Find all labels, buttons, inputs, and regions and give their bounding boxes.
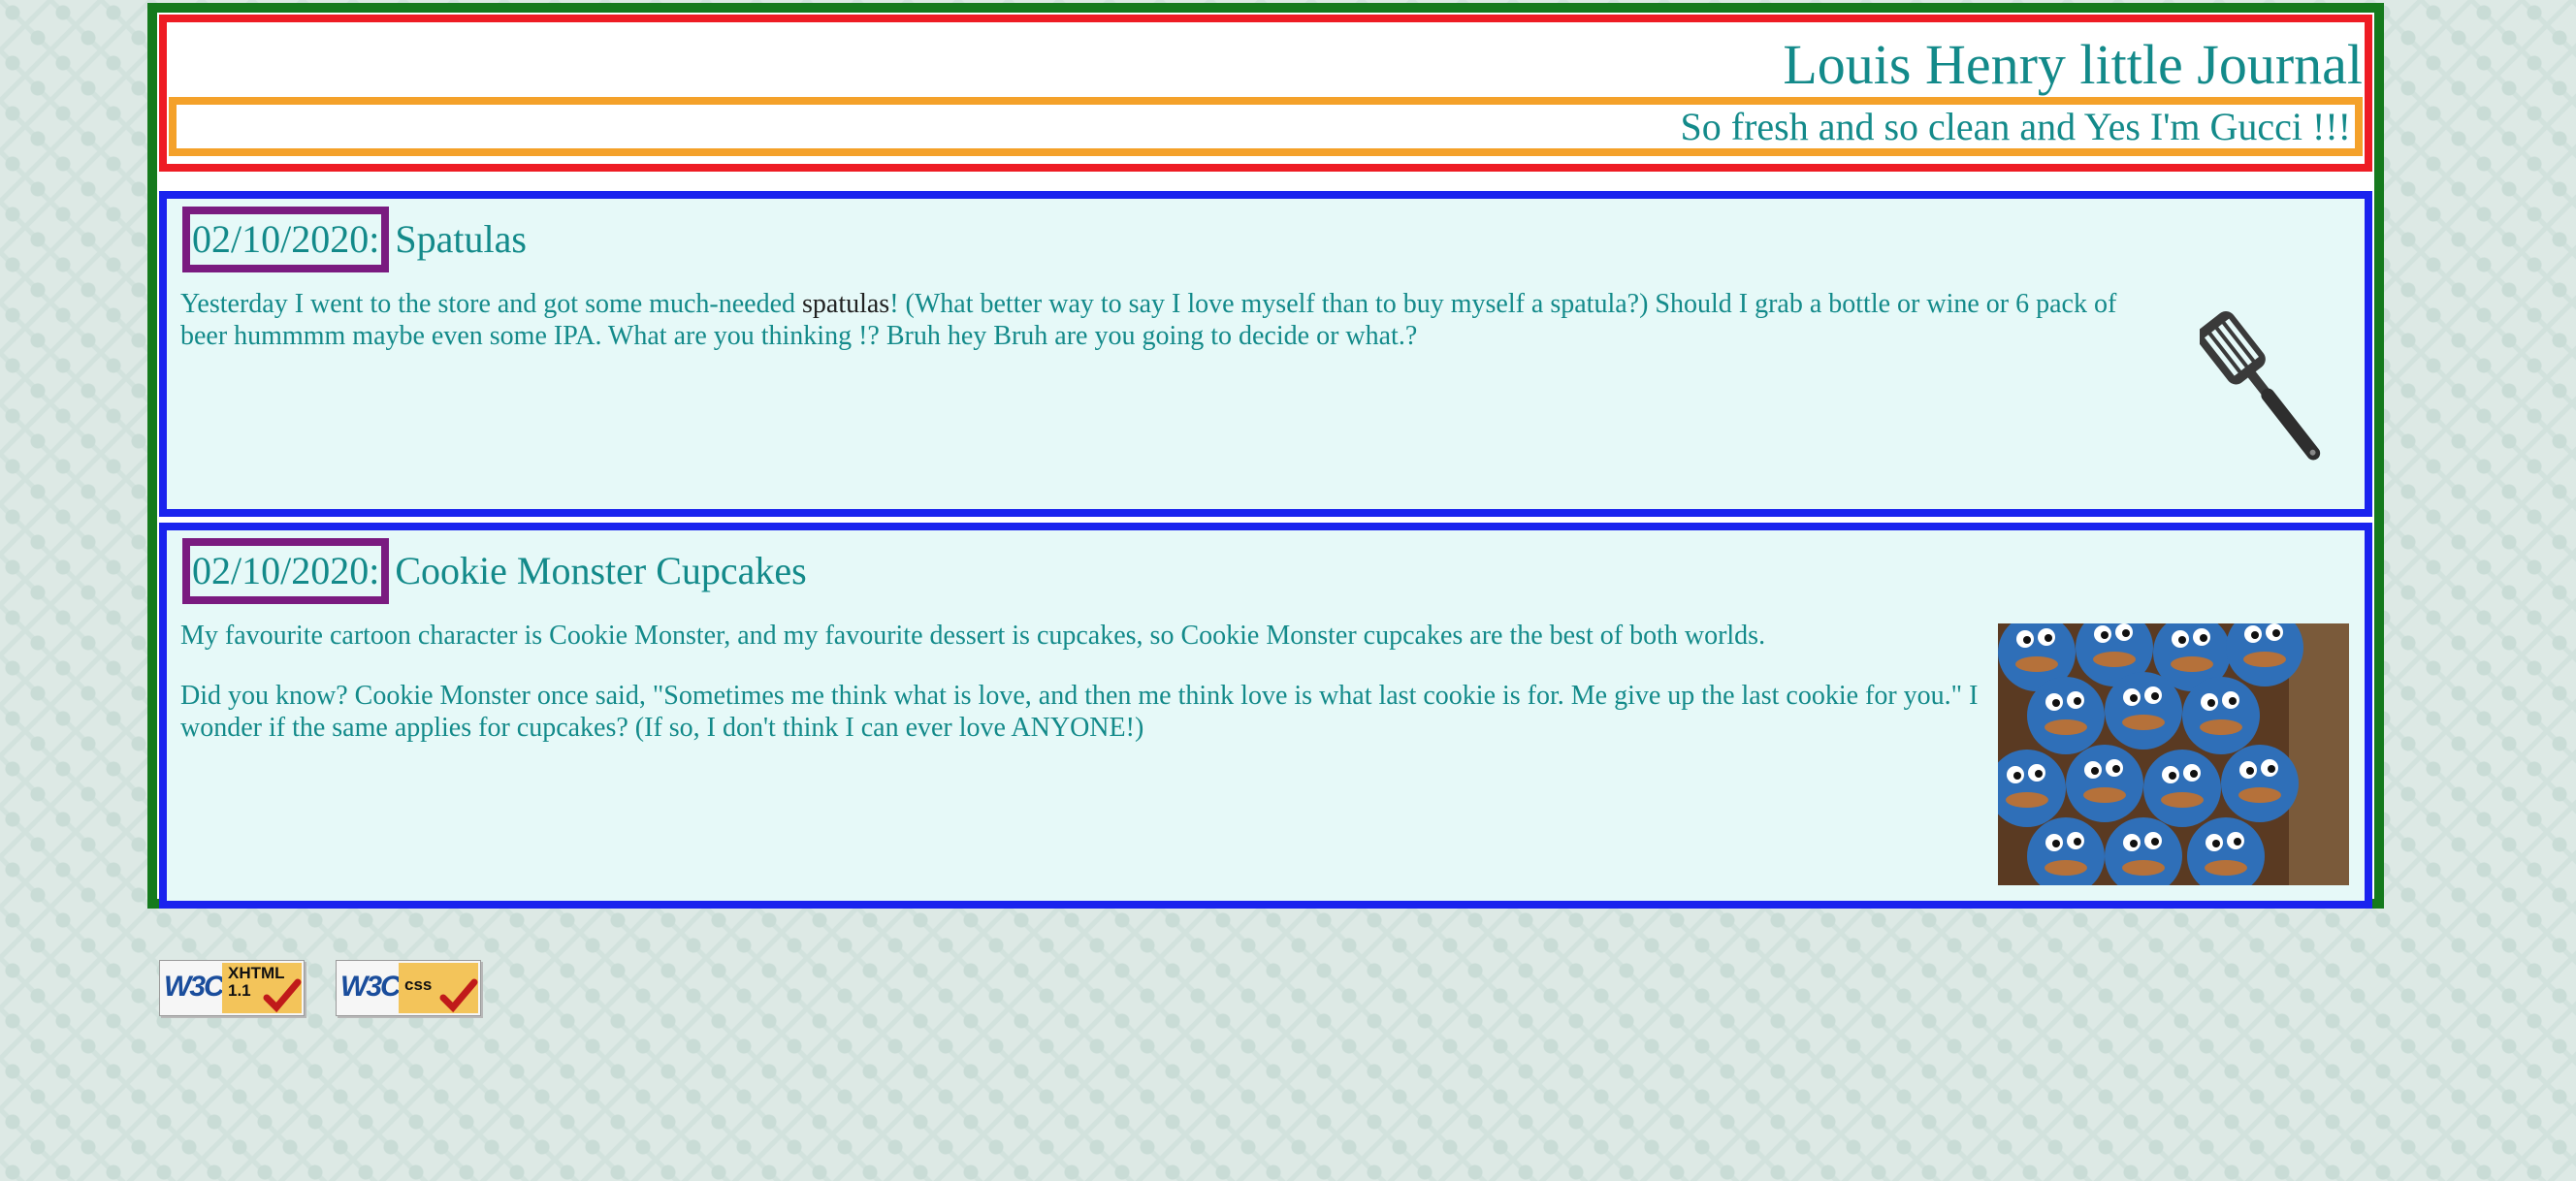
tagline-box: So fresh and so clean and Yes I'm Gucci … bbox=[169, 97, 2363, 156]
page-wrapper: Louis Henry little Journal So fresh and … bbox=[147, 3, 2384, 909]
checkmark-icon bbox=[439, 978, 478, 1013]
entry-paragraph-text: Did you know? Cookie Monster once said, … bbox=[180, 681, 1979, 743]
entry-date: 02/10/2020: bbox=[182, 207, 390, 272]
entry-text: Yesterday I went to the store and got so… bbox=[180, 288, 2149, 352]
entry-text-part: Yesterday I went to the store and got so… bbox=[180, 289, 802, 319]
cupcakes-photo bbox=[1998, 623, 2349, 885]
entry-heading: 02/10/2020: Spatulas bbox=[182, 207, 527, 272]
entry-paragraph: My favourite cartoon character is Cookie… bbox=[180, 620, 2004, 652]
entry-paragraph-text: My favourite cartoon character is Cookie… bbox=[180, 621, 1766, 651]
entry-heading: 02/10/2020: Cookie Monster Cupcakes bbox=[182, 538, 807, 604]
entry-text-highlight: spatulas bbox=[802, 289, 890, 319]
entry-paragraph: Did you know? Cookie Monster once said, … bbox=[180, 680, 2004, 744]
spatula-icon bbox=[2200, 311, 2321, 461]
w3c-logo: W3C bbox=[164, 971, 225, 1003]
site-header: Louis Henry little Journal So fresh and … bbox=[159, 15, 2372, 172]
w3c-logo: W3C bbox=[340, 971, 402, 1003]
site-title: Louis Henry little Journal bbox=[1783, 33, 2363, 96]
journal-entry: 02/10/2020: Spatulas Yesterday I went to … bbox=[159, 191, 2372, 517]
checkmark-icon bbox=[263, 978, 302, 1013]
site-tagline: So fresh and so clean and Yes I'm Gucci … bbox=[1680, 105, 2351, 148]
w3c-css-badge[interactable]: W3C css bbox=[336, 960, 481, 1016]
entry-title: Cookie Monster Cupcakes bbox=[395, 549, 807, 592]
entry-date: 02/10/2020: bbox=[182, 538, 390, 604]
w3c-xhtml-badge[interactable]: W3C XHTML 1.1 bbox=[159, 960, 305, 1016]
entry-title: Spatulas bbox=[395, 217, 527, 261]
journal-entry: 02/10/2020: Cookie Monster Cupcakes My fa… bbox=[159, 523, 2372, 909]
